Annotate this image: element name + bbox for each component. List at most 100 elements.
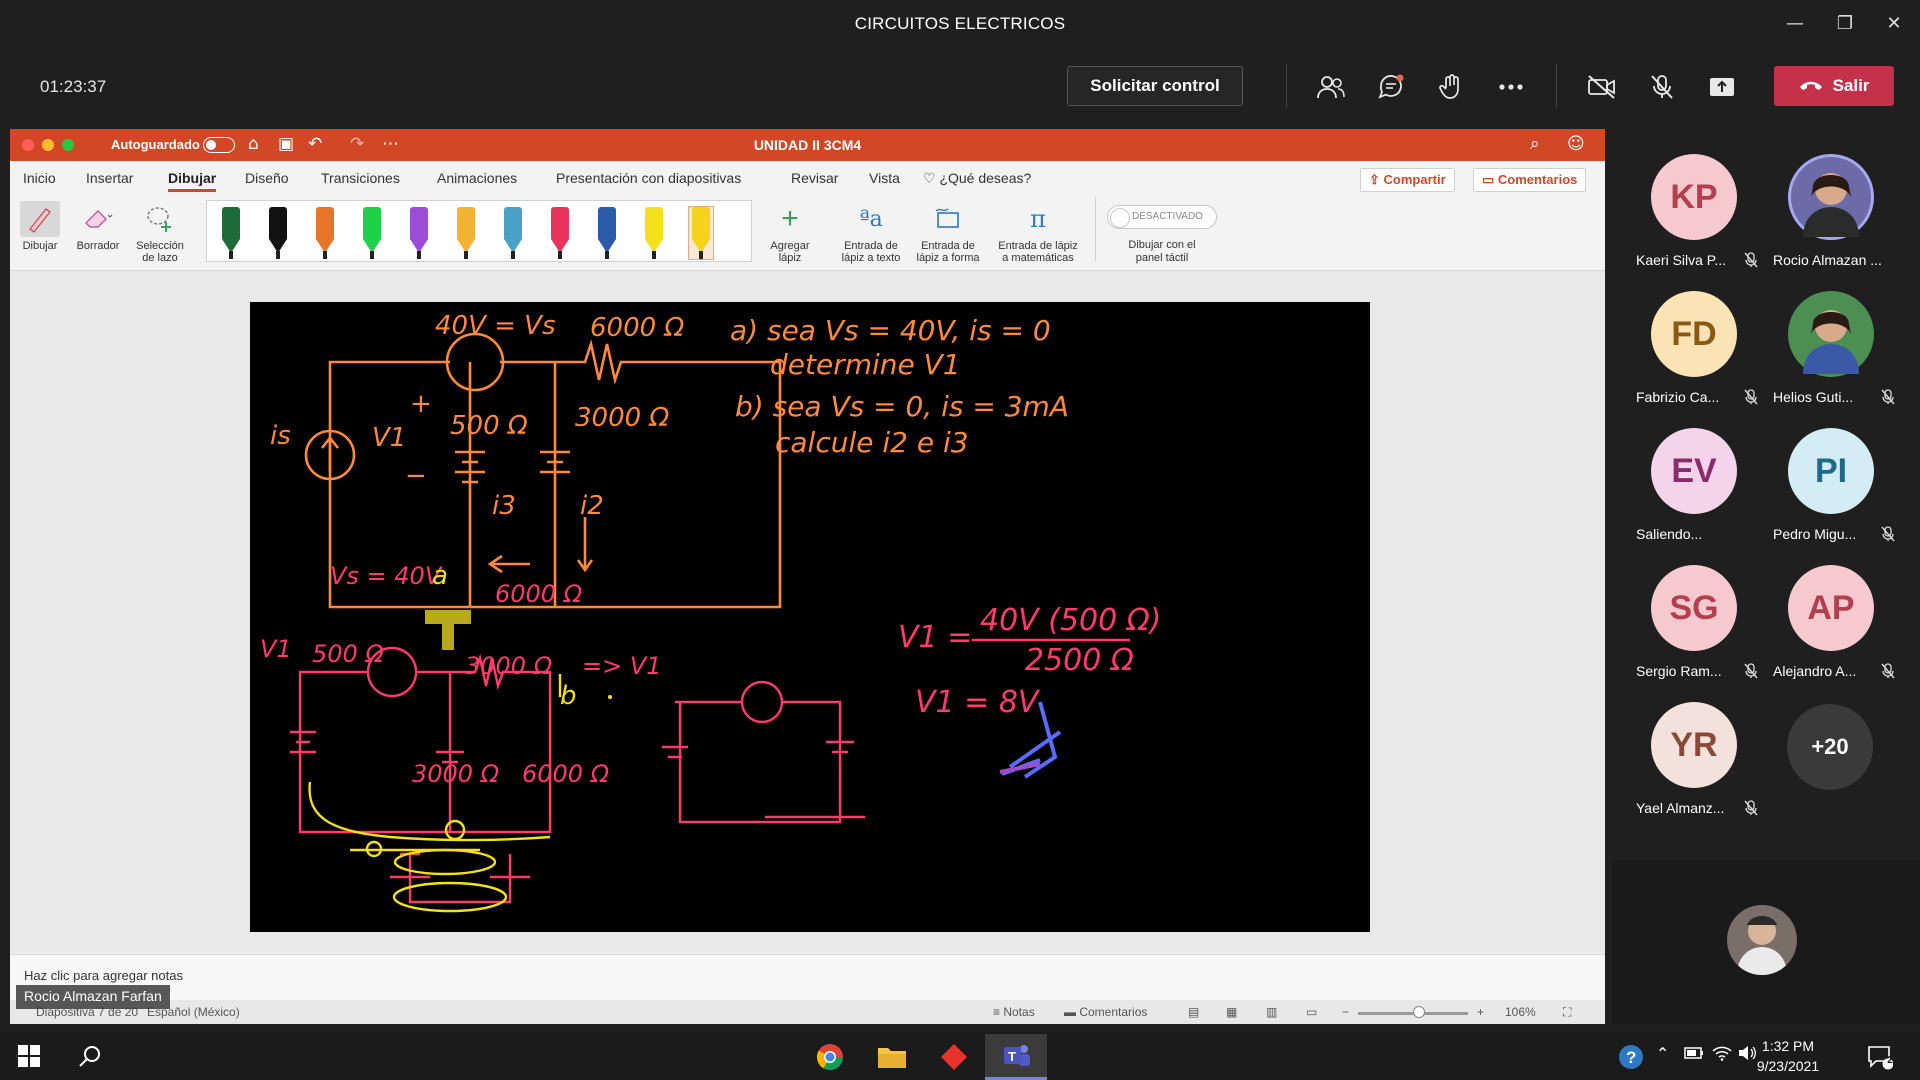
system-clock[interactable]: 1:32 PM 9/23/2021	[1748, 1036, 1828, 1076]
ink-to-math-button[interactable]: π Entrada de lápiz a matemáticas	[990, 201, 1086, 264]
tab-revisar[interactable]: Revisar	[791, 170, 838, 186]
tab-presentacion[interactable]: Presentación con diapositivas	[556, 170, 741, 186]
participant-avatar[interactable]: EV	[1651, 428, 1737, 514]
fit-to-window-icon[interactable]: ⛶	[1563, 1005, 1571, 1020]
v1-label: V1	[372, 423, 406, 453]
participant-avatar[interactable]: AP	[1788, 565, 1874, 651]
zoom-level[interactable]: 106%	[1505, 1005, 1536, 1019]
slide-sorter-icon[interactable]: ▦	[1226, 1005, 1237, 1019]
participant-avatar[interactable]: SG	[1651, 565, 1737, 651]
camera-off-icon[interactable]	[1584, 70, 1620, 104]
notes-pane[interactable]	[10, 954, 1605, 1000]
muted-mic-icon	[1881, 663, 1895, 683]
muted-mic-icon	[1744, 389, 1758, 409]
ink-to-shape-button[interactable]: Entrada de lápiz a forma	[912, 201, 984, 264]
draw-tool[interactable]: Dibujar	[20, 201, 60, 252]
pen-swatch[interactable]	[688, 206, 714, 260]
participant-name: Fabrizio Ca...	[1636, 389, 1720, 405]
participants-icon[interactable]	[1313, 70, 1349, 104]
v1-label-2: V1	[260, 635, 292, 663]
normal-view-icon[interactable]: ▤	[1188, 1005, 1199, 1019]
ink-to-text-label-1: Entrada de	[844, 240, 898, 252]
participant-name: Kaeri Silva P...	[1636, 252, 1727, 268]
pen-swatch[interactable]	[313, 207, 337, 259]
formula-lhs: V1 =	[898, 620, 972, 655]
tab-vista[interactable]: Vista	[869, 170, 900, 186]
leave-button[interactable]: Salir	[1774, 66, 1894, 106]
pen-swatch[interactable]	[642, 207, 666, 259]
share-tray-icon[interactable]	[1704, 70, 1740, 104]
participant-avatar[interactable]: PI	[1788, 428, 1874, 514]
tab-diseno[interactable]: Diseño	[245, 170, 289, 186]
minimize-button[interactable]: —	[1775, 10, 1815, 38]
muted-mic-icon	[1744, 663, 1758, 683]
close-button[interactable]: ✕	[1874, 10, 1914, 38]
lightbulb-icon: ♡	[923, 171, 936, 187]
pen-swatch[interactable]	[407, 207, 431, 259]
self-avatar[interactable]	[1727, 905, 1797, 975]
notes-toggle[interactable]: ≡ Notas	[993, 1005, 1035, 1019]
tab-inicio[interactable]: Inicio	[23, 170, 56, 186]
more-options-icon[interactable]	[1493, 70, 1529, 104]
participant-avatar[interactable]: FD	[1651, 291, 1737, 377]
file-explorer-icon[interactable]	[861, 1034, 923, 1080]
eraser-tool[interactable]: Borrador	[72, 201, 124, 252]
pen-swatch[interactable]	[501, 207, 525, 259]
comments-button[interactable]: ▭ Comentarios	[1473, 168, 1587, 192]
participant-avatar[interactable]	[1788, 291, 1874, 377]
smiley-icon[interactable]: ☺	[1567, 134, 1585, 154]
ink-to-text-button[interactable]: ªa Entrada de lápiz a texto	[835, 201, 907, 265]
participant-avatar[interactable]: YR	[1651, 702, 1737, 788]
lasso-tool[interactable]: Selección de lazo	[128, 201, 192, 264]
participant-avatar[interactable]: KP	[1651, 154, 1737, 240]
resistor-3000-label: 3000 Ω	[575, 403, 669, 433]
tab-insertar[interactable]: Insertar	[86, 170, 133, 186]
lasso-icon	[128, 201, 192, 237]
more-participants-badge[interactable]: +20	[1787, 704, 1873, 790]
muted-mic-icon	[1744, 252, 1758, 272]
raise-hand-icon[interactable]	[1433, 70, 1469, 104]
reading-view-icon[interactable]: ▥	[1266, 1005, 1277, 1019]
request-control-button[interactable]: Solicitar control	[1067, 66, 1243, 106]
touch-toggle[interactable]: DESACTIVADO	[1107, 205, 1217, 229]
pen-swatch[interactable]	[360, 207, 384, 259]
chrome-icon[interactable]	[799, 1034, 861, 1080]
teams-icon[interactable]: T	[985, 1034, 1047, 1080]
app-diamond-icon[interactable]	[923, 1034, 985, 1080]
comments-toggle[interactable]: ▬ Comentarios	[1064, 1005, 1147, 1019]
chevron-up-icon[interactable]: ⌃	[1656, 1044, 1669, 1063]
slideshow-icon[interactable]: ▭	[1306, 1005, 1317, 1019]
bottom-left-labels: Vs = 40V 6000 Ω V1 500 Ω 3000 Ω 3000 Ω 6…	[260, 562, 662, 788]
zoom-out-icon[interactable]: −	[1342, 1005, 1349, 1019]
battery-icon[interactable]	[1684, 1046, 1704, 1065]
zoom-in-icon[interactable]: +	[1477, 1005, 1484, 1019]
ribbon-divider	[1095, 197, 1096, 261]
add-pen-button[interactable]: + Agregar lápiz	[762, 201, 818, 264]
help-icon[interactable]: ?	[1618, 1044, 1644, 1075]
tab-dibujar[interactable]: Dibujar	[168, 170, 217, 192]
mic-off-icon[interactable]	[1644, 70, 1680, 104]
search-icon[interactable]	[78, 1044, 102, 1073]
slide[interactable]: 40V = Vs 6000 Ω is V1 + − 500 Ω 3000 Ω i…	[250, 302, 1370, 932]
tell-me[interactable]: ♡ ¿Qué deseas?	[923, 170, 1031, 187]
search-icon[interactable]: ⌕	[1530, 134, 1540, 154]
pen-swatch[interactable]	[595, 207, 619, 259]
tab-animaciones[interactable]: Animaciones	[437, 170, 517, 186]
share-button[interactable]: ⇪ Compartir	[1360, 168, 1455, 192]
tab-transiciones[interactable]: Transiciones	[321, 170, 400, 186]
zoom-slider-handle[interactable]	[1413, 1006, 1425, 1018]
windows-start-icon[interactable]	[18, 1045, 40, 1072]
pen-swatch[interactable]	[219, 207, 243, 259]
notes-placeholder[interactable]: Haz clic para agregar notas	[24, 968, 183, 983]
comment-icon: ▭	[1482, 172, 1495, 187]
wifi-icon[interactable]	[1712, 1045, 1732, 1066]
restore-button[interactable]: ❐	[1825, 10, 1865, 38]
chat-icon[interactable]	[1373, 70, 1409, 104]
pen-swatch[interactable]	[548, 207, 572, 259]
participant-name: Yael Almanz...	[1636, 800, 1725, 816]
pen-swatch[interactable]	[454, 207, 478, 259]
ink-to-text-label-2: lápiz a texto	[841, 252, 901, 264]
participant-avatar[interactable]	[1788, 154, 1874, 240]
resistor-3000-label-3: 3000 Ω	[412, 760, 500, 788]
pen-swatch[interactable]	[266, 207, 290, 259]
